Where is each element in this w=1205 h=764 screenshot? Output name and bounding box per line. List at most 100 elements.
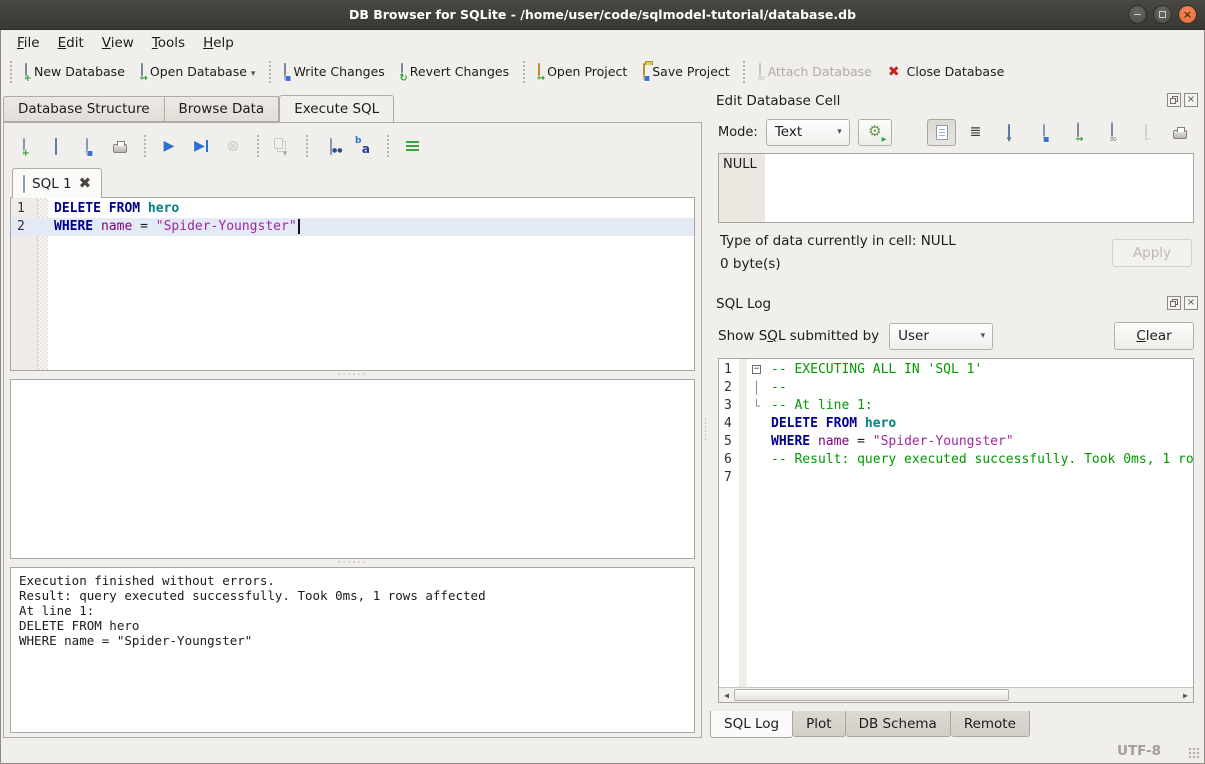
toolbar-separator (142, 135, 147, 157)
copy-results-button: ▾ (268, 133, 296, 159)
toolbar-handle (8, 61, 13, 83)
auto-format-icon (406, 141, 419, 152)
menu-tools[interactable]: Tools (143, 33, 194, 53)
float-dock-icon[interactable] (1167, 93, 1181, 107)
tab-execute-sql[interactable]: Execute SQL (279, 95, 394, 122)
scroll-right-icon[interactable]: ▶ (1178, 688, 1193, 702)
filter-label: Show SQL submitted by (718, 328, 879, 344)
print-cell-button[interactable] (1165, 119, 1194, 146)
write-changes-icon: ▪ (284, 64, 286, 79)
execution-message-pane[interactable]: Execution finished without errors.Result… (10, 567, 695, 733)
tab-plot[interactable]: Plot (793, 711, 845, 737)
tab-remote[interactable]: Remote (951, 711, 1030, 737)
new-database-button[interactable]: + New Database (17, 60, 133, 83)
toolbar-separator (742, 61, 747, 83)
titlebar[interactable]: DB Browser for SQLite - /home/user/code/… (0, 0, 1205, 30)
vertical-splitter[interactable]: ······ (702, 400, 709, 460)
sql-file-tab[interactable]: SQL 1 ✖ (12, 168, 102, 198)
word-wrap-button[interactable]: ≣ (961, 119, 990, 146)
float-dock-icon[interactable] (1167, 296, 1181, 310)
text-mode-button[interactable] (927, 119, 956, 146)
tab-browse-data[interactable]: Browse Data (165, 96, 280, 122)
menu-help[interactable]: Help (194, 33, 243, 53)
attach-database-button: ∞ Attach Database (751, 60, 880, 83)
execute-all-icon: ▶ (164, 139, 175, 153)
revert-changes-button[interactable]: ↻ Revert Changes (393, 60, 517, 83)
splitter-handle[interactable]: ······ (4, 559, 701, 567)
export-icon: ▪ (1043, 125, 1045, 140)
horizontal-scrollbar[interactable]: ◀ ▶ (719, 687, 1193, 702)
print-icon (1173, 130, 1187, 139)
tab-db-schema[interactable]: DB Schema (846, 711, 951, 737)
minimize-button[interactable]: − (1128, 5, 1147, 24)
tab-database-structure[interactable]: Database Structure (3, 96, 165, 122)
open-project-icon: → (538, 64, 540, 79)
open-sql-tab-icon: + (23, 139, 25, 154)
sql-log-title: SQL Log (716, 296, 771, 312)
sql-editor[interactable]: 1DELETE FROM hero2WHERE name = "Spider-Y… (10, 197, 695, 371)
chevron-down-icon[interactable]: ▾ (251, 69, 256, 79)
open-project-button[interactable]: → Open Project (530, 60, 635, 83)
auto-format-button[interactable] (398, 133, 426, 159)
menu-edit[interactable]: Edit (49, 33, 93, 53)
open-sql-tab-button[interactable]: + (10, 133, 38, 159)
sql-file-tabbar: SQL 1 ✖ (12, 168, 701, 198)
word-wrap-icon: ≣ (970, 124, 982, 140)
export-cell-button[interactable]: ▪ (1029, 119, 1058, 146)
find-button[interactable] (317, 133, 345, 159)
maximize-button[interactable] (1153, 5, 1172, 24)
open-sql-file-icon (55, 139, 57, 154)
replace-button[interactable]: ba (349, 133, 377, 159)
sql-toolbar: + ▪▾ ▶ ▶ ⊗ ▾ ba (10, 131, 695, 161)
auto-switch-mode-button[interactable]: ⚙▸ (858, 119, 892, 146)
resize-grip[interactable] (1188, 747, 1200, 759)
sql-document-icon (23, 176, 25, 192)
scrollbar-thumb[interactable] (734, 689, 1009, 701)
scroll-left-icon[interactable]: ◀ (719, 688, 734, 702)
close-dock-icon[interactable]: × (1184, 296, 1198, 310)
toolbar-separator (385, 135, 390, 157)
close-database-icon: ✖ (888, 65, 900, 79)
execute-all-button[interactable]: ▶ (155, 133, 183, 159)
mode-select[interactable]: Text▾ (766, 119, 850, 146)
save-project-button[interactable]: ▪ Save Project (635, 60, 737, 83)
submitted-by-select[interactable]: User▾ (889, 323, 993, 350)
save-sql-file-icon: ▪ (86, 139, 88, 154)
main-tabbar: Database Structure Browse Data Execute S… (3, 95, 702, 122)
splitter-handle[interactable]: ······ (4, 371, 701, 379)
open-sql-file-button[interactable] (42, 133, 70, 159)
mode-label: Mode: (718, 125, 758, 140)
close-database-button[interactable]: ✖ Close Database (880, 60, 1012, 83)
close-tab-icon[interactable]: ✖ (79, 176, 92, 191)
maximize-icon (1159, 11, 1166, 18)
execute-current-line-button[interactable]: ▶ (187, 133, 215, 159)
menu-view[interactable]: View (93, 33, 143, 53)
tab-sql-log[interactable]: SQL Log (710, 711, 793, 738)
close-button[interactable]: × (1178, 5, 1197, 24)
write-changes-button[interactable]: ▪ Write Changes (276, 60, 392, 83)
clear-log-button[interactable]: Clear (1114, 322, 1194, 350)
copy-icon (274, 138, 283, 149)
sql-log-view[interactable]: 1−-- EXECUTING ALL IN 'SQL 1'2│--3└-- At… (718, 358, 1194, 703)
new-database-icon: + (25, 64, 27, 79)
attach-database-icon: ∞ (759, 64, 761, 79)
sql-tab-label: SQL 1 (32, 176, 72, 192)
save-sql-file-button[interactable]: ▪▾ (74, 133, 102, 159)
edit-cell-dock-header: Edit Database Cell × (710, 90, 1202, 112)
cell-mode-row: Mode: Text▾ ⚙▸ ≣ ▾ ▪ → ∞ − (718, 117, 1194, 147)
menu-file[interactable]: File (8, 33, 49, 53)
results-table[interactable] (10, 379, 695, 559)
stop-icon: ⊗ (226, 138, 239, 154)
revert-changes-icon: ↻ (401, 64, 403, 79)
import-cell-button[interactable]: ▾ (995, 119, 1024, 146)
print-sql-button[interactable] (106, 133, 134, 159)
import-icon (1008, 125, 1010, 140)
open-database-button[interactable]: → Open Database ▾ (133, 60, 264, 83)
link-data-button[interactable]: ∞ (1097, 119, 1126, 146)
close-dock-icon[interactable]: × (1184, 93, 1198, 107)
print-icon (113, 144, 127, 153)
cell-value-editor[interactable]: NULL (718, 153, 1194, 223)
encoding-indicator[interactable]: UTF-8 (1117, 743, 1161, 759)
open-external-button[interactable]: → (1063, 119, 1092, 146)
toolbar-separator (267, 61, 272, 83)
